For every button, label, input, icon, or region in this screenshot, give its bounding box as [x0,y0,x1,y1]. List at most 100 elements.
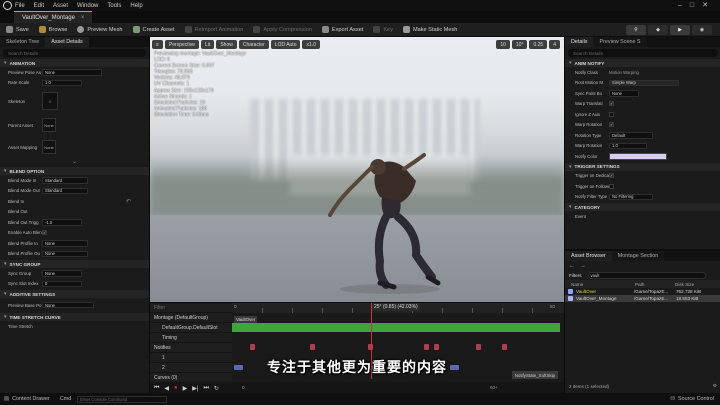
step-back-icon[interactable]: ◀ [164,385,169,392]
save-button[interactable]: Save [6,26,29,33]
create-asset-button[interactable]: Create Asset [132,26,175,33]
col-disk-size[interactable]: Disk Size [675,282,694,287]
menu-asset[interactable]: Asset [53,3,68,9]
skip-to-end-icon[interactable]: ⏭ [203,385,208,392]
trigger-dedicated-checkbox[interactable] [609,173,614,179]
section-blend-option[interactable]: BLEND OPTION [0,167,149,175]
track-row[interactable]: Montage (DefaultGroup) [150,313,232,323]
preview-mesh-button[interactable]: Preview Mesh [77,26,123,33]
menu-edit[interactable]: Edit [34,3,44,9]
sync-slot-index-input[interactable]: 0 [42,280,82,287]
timing-marker[interactable] [250,344,255,350]
tab-details[interactable]: Details [565,37,594,47]
reimport-animation-button[interactable]: Reimport Animation [184,26,243,33]
section-animation[interactable]: ANIMATION [0,59,149,67]
browse-button[interactable]: Browse [38,26,67,33]
tab-preview-scene[interactable]: Preview Scene S [593,37,647,47]
timing-marker[interactable] [476,344,481,350]
key-button[interactable]: Key [373,26,393,33]
section-time-stretch[interactable]: TIME STRETCH CURVE [0,313,149,321]
section-category[interactable]: CATEGORY [565,203,720,211]
menu-file[interactable]: File [15,3,25,9]
expand-chevron-icon[interactable]: ⌄ [0,158,149,166]
skeleton-mode-icon[interactable]: ⚲ [626,25,646,35]
animation-mode-icon[interactable]: ▶ [670,25,690,35]
blend-out-trigger-input[interactable]: -1.0 [42,219,82,226]
col-path[interactable]: Path [635,282,675,287]
notify-color-swatch[interactable] [609,152,667,160]
section-sync-group[interactable]: SYNC GROUP [0,260,149,268]
filters-button[interactable]: Filters [569,273,582,278]
enable-auto-blend-checkbox[interactable] [42,230,47,236]
sync-group-input[interactable]: None [42,270,82,277]
prop-event[interactable]: Event [565,211,720,222]
minimize-icon[interactable]: – [678,2,690,9]
lit-button[interactable]: Lit [201,40,215,49]
content-drawer-button[interactable]: Content Drawer [12,396,50,402]
forward-arrow-icon[interactable]: → [580,263,586,269]
viewport-options-icon[interactable]: ≡ [152,40,163,49]
prop-time-stretch[interactable]: Time Stretch [0,321,149,332]
asset-mapping-thumbnail[interactable]: None [42,140,56,154]
track-row[interactable]: DefaultGroup.DefaultSlot [150,323,232,333]
preview-viewport[interactable]: ≡ Perspective Lit Show Character LOD Aut… [150,37,564,302]
export-asset-button[interactable]: Export Asset [321,26,363,33]
table-row[interactable]: VaultOver /Game/TopazE... 762.728 KiB [565,288,720,295]
unreal-logo-icon[interactable] [3,1,12,10]
blend-profile-out-dropdown[interactable]: None [42,250,88,257]
warp-rotation-checkbox[interactable] [609,122,614,128]
playback-speed-button[interactable]: x1.0 [302,40,320,49]
mesh-mode-icon[interactable]: ◆ [648,25,668,35]
menu-window[interactable]: Window [77,3,98,9]
character-button[interactable]: Character [238,40,269,49]
blend-profile-in-dropdown[interactable]: None [42,240,88,247]
back-arrow-icon[interactable]: ← [569,263,575,269]
timing-marker[interactable] [310,344,315,350]
section-anim-notify[interactable]: ANIM NOTIFY [565,59,720,67]
document-tab[interactable]: VaultOver_Montage × [14,11,93,23]
physics-mode-icon[interactable]: ◉ [692,25,712,35]
table-row[interactable]: VaultOver_Montage /Game/TopazE... 18.553… [565,295,720,302]
timeline-filter-input[interactable]: Filter [154,305,232,311]
cmd-button[interactable]: Cmd [60,396,71,402]
menu-help[interactable]: Help [130,3,142,9]
timing-marker[interactable] [502,344,507,350]
asset-search-input[interactable]: vault [587,272,706,279]
col-name[interactable]: Name [571,282,635,287]
tab-skeleton-tree[interactable]: Skeleton Tree [0,37,46,47]
grid-snap-button[interactable]: 10 [496,40,510,49]
track-row[interactable]: Timing [150,333,232,343]
camera-speed-button[interactable]: 4 [549,40,560,49]
notify-filter-dropdown[interactable]: No Filtering [609,193,653,200]
make-static-mesh-button[interactable]: Make Static Mesh [402,26,457,33]
ignore-z-axis-checkbox[interactable] [609,111,614,117]
trigger-follower-checkbox[interactable] [609,183,614,189]
preview-pose-dropdown[interactable]: None [42,69,102,76]
root-motion-dropdown[interactable]: Simple Warp [609,79,679,86]
rotation-snap-button[interactable]: 10° [511,40,528,49]
play-icon[interactable]: ▶ [183,385,188,392]
apply-compression-button[interactable]: Apply Compression [253,26,312,33]
preview-base-pose-dropdown[interactable]: None [42,301,94,309]
record-icon[interactable]: ● [174,385,178,391]
perspective-button[interactable]: Perspective [164,40,200,49]
maximize-icon[interactable]: □ [690,2,702,9]
close-tab-icon[interactable]: × [81,15,85,21]
prop-blend-out[interactable]: Blend Out [0,207,149,218]
source-control-button[interactable]: Source Control [678,396,714,402]
console-command-input[interactable]: Enter Console Command [77,395,168,403]
timing-marker[interactable] [434,344,439,350]
lod-button[interactable]: LOD Auto [270,40,301,49]
warp-translation-checkbox[interactable] [609,101,614,107]
close-window-icon[interactable]: ✕ [702,2,716,9]
skeleton-thumbnail-icon[interactable]: ☺ [42,92,58,110]
right-details-search-input[interactable]: Search Details [568,49,718,57]
parent-asset-thumbnail[interactable]: None [42,118,56,132]
rotation-type-dropdown[interactable]: Default [609,132,653,139]
view-options-icon[interactable]: ⚙ [713,383,717,389]
blend-mode-in-dropdown[interactable]: Standard [42,177,88,184]
rate-scale-input[interactable]: 1.0 [42,79,82,86]
details-search-input[interactable]: Search Details [3,49,146,57]
tab-asset-browser[interactable]: Asset Browser [565,251,612,261]
loop-icon[interactable]: ↻ [214,385,219,392]
